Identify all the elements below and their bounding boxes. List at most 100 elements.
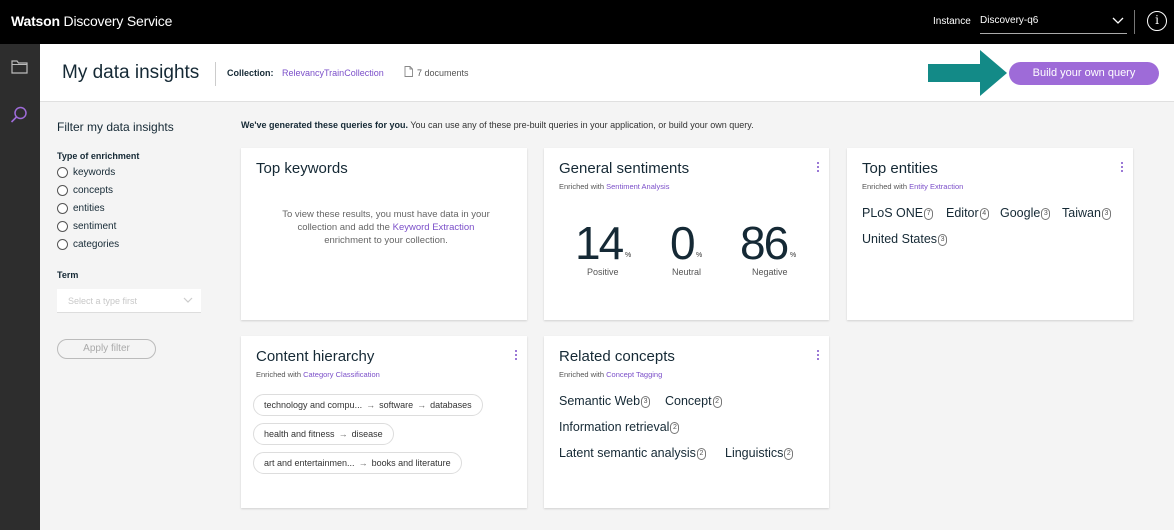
- category-node: databases: [430, 400, 472, 410]
- negative-label: Negative: [752, 267, 788, 277]
- entity-label: PLoS ONE: [862, 206, 924, 220]
- left-rail: [0, 44, 40, 530]
- card-content-hierarchy: Content hierarchy Enriched with Category…: [241, 336, 527, 508]
- radio-label: categories: [73, 239, 120, 250]
- subtitle-prefix: Enriched with: [862, 182, 910, 191]
- radio-button[interactable]: [57, 185, 68, 196]
- info-icon[interactable]: i: [1147, 11, 1167, 31]
- concept-label: Information retrieval: [559, 420, 670, 434]
- count-badge: 2: [784, 447, 794, 460]
- category-path[interactable]: health and fitness → disease: [253, 423, 394, 445]
- category-path[interactable]: art and entertainmen... → books and litera…: [253, 452, 462, 474]
- count-badge: 3: [938, 233, 948, 246]
- folder-icon[interactable]: [11, 60, 28, 74]
- card-top-entities: Top entities Enriched with Entity Extrac…: [847, 148, 1133, 320]
- radio-entities[interactable]: entities: [57, 203, 105, 214]
- page-title: My data insights: [62, 62, 200, 83]
- count-badge: 7: [924, 207, 934, 220]
- search-icon[interactable]: [10, 106, 28, 124]
- document-count: 7 documents: [417, 68, 469, 78]
- filter-panel: Filter my data insights Type of enrichme…: [40, 103, 220, 530]
- radio-button[interactable]: [57, 167, 68, 178]
- concept-tag[interactable]: Information retrieval 2: [559, 420, 680, 434]
- instance-value: Discovery-q6: [980, 15, 1039, 26]
- entity-tag[interactable]: United States 3: [862, 232, 948, 246]
- negative-value: 86: [740, 217, 789, 269]
- radio-keywords[interactable]: keywords: [57, 167, 115, 178]
- concept-tag[interactable]: Concept 2: [665, 394, 722, 408]
- radio-sentiment[interactable]: sentiment: [57, 221, 116, 232]
- concept-tag[interactable]: Semantic Web 3: [559, 394, 651, 408]
- arrow-icon: →: [366, 400, 376, 410]
- radio-button[interactable]: [57, 203, 68, 214]
- card-title: General sentiments: [559, 160, 690, 177]
- entity-label: Editor: [946, 206, 979, 220]
- brand-bold: Watson: [11, 13, 60, 29]
- radio-button[interactable]: [57, 239, 68, 250]
- entity-label: United States: [862, 232, 938, 246]
- entity-tag[interactable]: Google 3: [1000, 206, 1051, 220]
- category-path[interactable]: technology and compu... → software → databas…: [253, 394, 483, 416]
- app-brand[interactable]: Watson Discovery Service: [11, 13, 172, 29]
- build-query-button[interactable]: Build your own query: [1009, 62, 1159, 85]
- concept-tag[interactable]: Linguistics 2: [725, 446, 794, 460]
- overflow-menu-icon[interactable]: [817, 162, 820, 174]
- subtitle-prefix: Enriched with: [559, 182, 607, 191]
- percent-sign: %: [625, 252, 632, 259]
- header-divider: [215, 62, 216, 86]
- card-title: Related concepts: [559, 348, 675, 365]
- concept-tagging-link[interactable]: Concept Tagging: [606, 370, 662, 379]
- concept-label: Linguistics: [725, 446, 784, 460]
- percent-sign: %: [696, 252, 703, 259]
- overflow-menu-icon[interactable]: [515, 350, 518, 362]
- neutral-value: 0: [670, 217, 696, 269]
- card-title: Top keywords: [256, 160, 348, 177]
- term-label: Term: [57, 270, 79, 280]
- term-placeholder: Select a type first: [68, 296, 138, 306]
- instance-label: Instance: [933, 16, 971, 27]
- term-select[interactable]: Select a type first: [57, 289, 201, 313]
- entity-tag[interactable]: Editor 4: [946, 206, 989, 220]
- category-classification-link[interactable]: Category Classification: [303, 370, 380, 379]
- card-subtitle: Enriched with Concept Tagging: [559, 370, 662, 379]
- card-title: Top entities: [862, 160, 938, 177]
- radio-button[interactable]: [57, 221, 68, 232]
- collection-label: Collection:: [227, 68, 274, 78]
- document-icon: [404, 66, 413, 77]
- brand-rest: Discovery Service: [59, 13, 173, 29]
- radio-concepts[interactable]: concepts: [57, 185, 113, 196]
- count-badge: 3: [641, 395, 651, 408]
- category-node: disease: [351, 429, 383, 439]
- entity-tag[interactable]: PLoS ONE 7: [862, 206, 934, 220]
- collection-link[interactable]: RelevancyTrainCollection: [282, 68, 384, 78]
- card-general-sentiments: General sentiments Enriched with Sentime…: [544, 148, 829, 320]
- overflow-menu-icon[interactable]: [817, 350, 820, 362]
- sentiment-analysis-link[interactable]: Sentiment Analysis: [606, 182, 669, 191]
- entity-tag[interactable]: Taiwan 3: [1062, 206, 1111, 220]
- keyword-extraction-link[interactable]: Keyword Extraction: [393, 222, 475, 233]
- count-badge: 3: [1041, 207, 1051, 220]
- chevron-down-icon: [183, 297, 193, 303]
- radio-categories[interactable]: categories: [57, 239, 119, 250]
- radio-label: concepts: [73, 185, 114, 196]
- concept-label: Concept: [665, 394, 712, 408]
- count-badge: 3: [1101, 207, 1111, 220]
- count-badge: 4: [979, 207, 989, 220]
- entity-label: Taiwan: [1062, 206, 1101, 220]
- chevron-down-icon: [1112, 17, 1124, 24]
- intro-bold: We've generated these queries for you.: [241, 120, 409, 130]
- card-related-concepts: Related concepts Enriched with Concept T…: [544, 336, 829, 508]
- instance-select[interactable]: Discovery-q6: [980, 10, 1127, 34]
- entity-label: Google: [1000, 206, 1041, 220]
- overflow-menu-icon[interactable]: [1121, 162, 1124, 174]
- apply-filter-button[interactable]: Apply filter: [57, 339, 156, 359]
- arrow-icon: →: [358, 458, 368, 468]
- entity-extraction-link[interactable]: Entity Extraction: [909, 182, 963, 191]
- radio-label: keywords: [73, 167, 116, 178]
- category-node: art and entertainmen...: [264, 458, 355, 468]
- card-title: Content hierarchy: [256, 348, 375, 365]
- empty-message: To view these results, you must have dat…: [281, 208, 491, 247]
- enrichment-type-label: Type of enrichment: [57, 151, 140, 161]
- intro-rest: You can use any of these pre-built queri…: [408, 120, 754, 130]
- concept-tag[interactable]: Latent semantic analysis 2: [559, 446, 706, 460]
